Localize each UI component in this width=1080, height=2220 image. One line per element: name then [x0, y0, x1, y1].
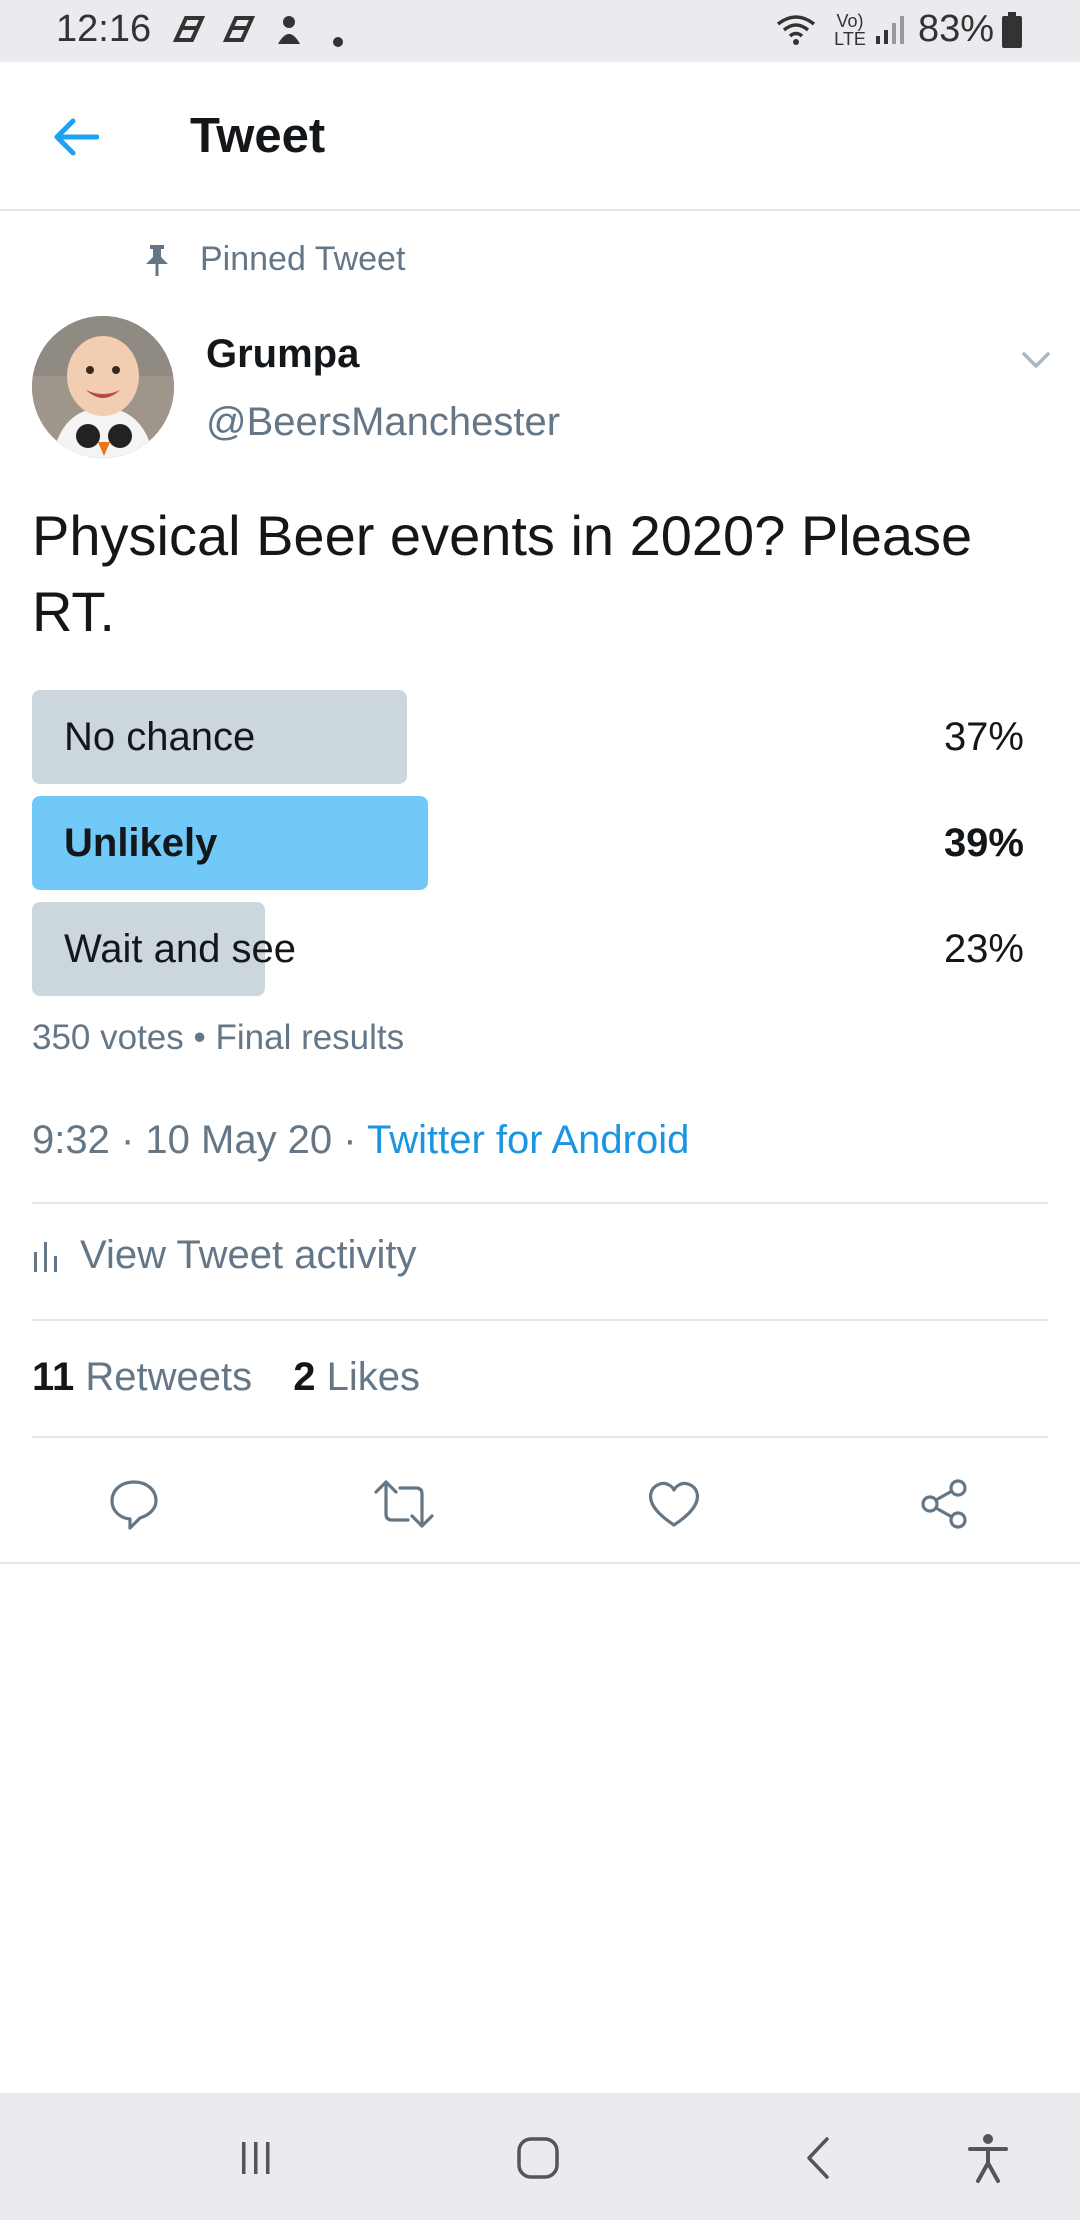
- home-icon: [517, 2137, 559, 2179]
- avatar-image: [32, 316, 174, 458]
- author-handle[interactable]: @BeersManchester: [206, 400, 560, 445]
- divider: [0, 1562, 1080, 1564]
- retweet-button[interactable]: [364, 1464, 444, 1544]
- reply-icon: [110, 1480, 158, 1530]
- poll-option: Unlikely 39%: [32, 796, 1024, 890]
- arrow-left-icon: [54, 118, 99, 156]
- battery-icon: [1002, 12, 1022, 56]
- share-button[interactable]: [904, 1464, 984, 1544]
- accessibility-icon: [968, 2134, 1008, 2183]
- retweets-label: Retweets: [85, 1355, 253, 1399]
- source-link[interactable]: Twitter for Android: [367, 1118, 689, 1162]
- poll-option: No chance 37%: [32, 690, 1024, 784]
- like-button[interactable]: [634, 1464, 714, 1544]
- poll-option-label: Wait and see: [64, 927, 296, 971]
- battery-percent: 83%: [918, 8, 995, 50]
- avatar[interactable]: [32, 316, 174, 458]
- retweets-stat[interactable]: 11 Retweets: [32, 1355, 252, 1399]
- poll-option-percent: 37%: [943, 715, 1024, 759]
- home-button[interactable]: [498, 2123, 578, 2193]
- pin-icon: [146, 244, 168, 276]
- tweet-timestamp: 9:32 · 10 May 20 · Twitter for Android: [32, 1118, 689, 1163]
- recent-apps-button[interactable]: [216, 2123, 296, 2193]
- view-activity-label: View Tweet activity: [80, 1233, 417, 1277]
- share-icon: [921, 1479, 967, 1529]
- status-bar: 12:16 Vo) LTE 83%: [0, 0, 1080, 62]
- dot-icon: [332, 22, 344, 56]
- network-label: Vo) LTE: [834, 11, 866, 49]
- pinned-label: Pinned Tweet: [200, 240, 406, 278]
- app-header: Tweet: [0, 62, 1080, 211]
- timestamp-text: 9:32 · 10 May 20 ·: [32, 1118, 367, 1162]
- tweet-menu-button[interactable]: [1016, 340, 1056, 380]
- notification-icon: [222, 14, 256, 52]
- likes-label: Likes: [326, 1355, 421, 1399]
- poll-option: Wait and see 23%: [32, 902, 1024, 996]
- accessibility-button[interactable]: [948, 2123, 1028, 2193]
- page-title: Tweet: [190, 109, 326, 163]
- retweet-icon: [374, 1480, 434, 1528]
- poll-option-label: No chance: [64, 715, 256, 759]
- poll-meta: 350 votes • Final results: [32, 1018, 405, 1057]
- notification-icon: [172, 14, 206, 52]
- author-name[interactable]: Grumpa: [206, 332, 359, 377]
- divider: [32, 1436, 1048, 1438]
- likes-stat[interactable]: 2 Likes: [293, 1355, 420, 1399]
- retweets-count: 11: [32, 1355, 75, 1399]
- poll-option-percent: 23%: [943, 927, 1024, 971]
- heart-icon: [648, 1481, 700, 1527]
- view-activity-button[interactable]: View Tweet activity: [32, 1233, 416, 1278]
- notification-icon: [274, 14, 304, 54]
- divider: [32, 1202, 1048, 1204]
- divider: [32, 1319, 1048, 1321]
- back-button[interactable]: [40, 102, 110, 172]
- reply-button[interactable]: [94, 1464, 174, 1544]
- chevron-down-icon: [1022, 352, 1050, 368]
- status-time: 12:16: [56, 8, 152, 50]
- tweet-stats: 11 Retweets 2 Likes: [32, 1355, 420, 1400]
- signal-icon: [874, 14, 904, 54]
- poll-option-percent: 39%: [943, 821, 1024, 865]
- pinned-indicator: Pinned Tweet: [142, 240, 405, 279]
- bar-chart-icon: [34, 1241, 57, 1272]
- tweet-text: Physical Beer events in 2020? Please RT.: [32, 504, 973, 643]
- system-nav-bar: [0, 2093, 1080, 2220]
- back-nav-button[interactable]: [778, 2123, 858, 2193]
- wifi-icon: [776, 14, 816, 54]
- likes-count: 2: [293, 1355, 316, 1399]
- chevron-left-icon: [807, 2137, 829, 2179]
- recent-apps-icon: [242, 2142, 270, 2174]
- poll-option-label: Unlikely: [64, 821, 218, 865]
